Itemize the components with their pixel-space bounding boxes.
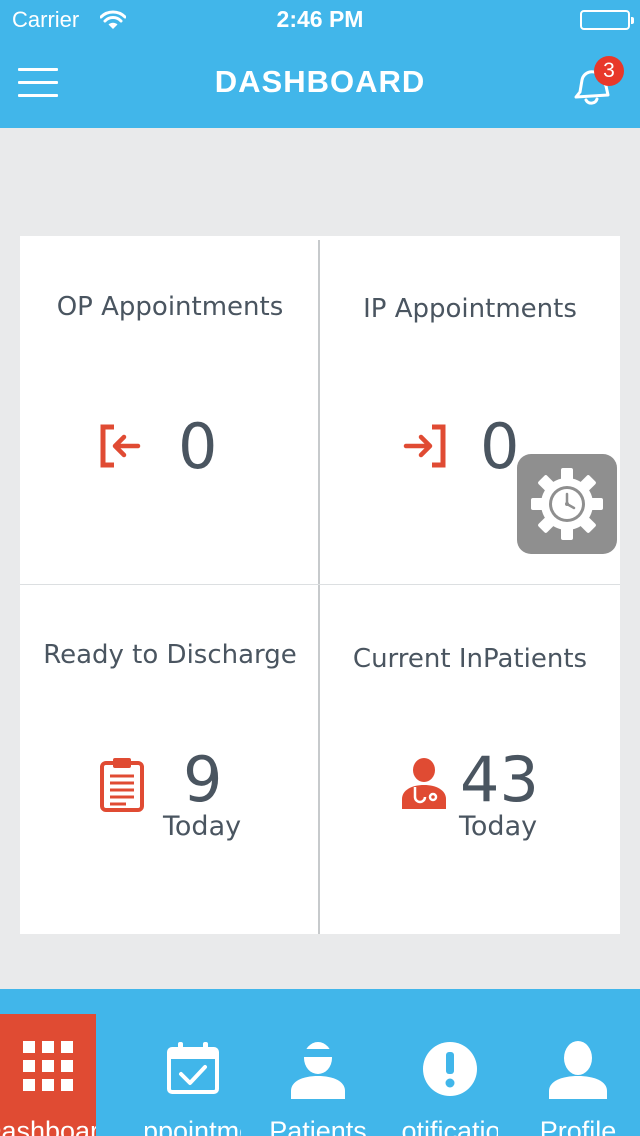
tab-label: Profile [539, 1116, 617, 1136]
tab-patients[interactable]: Patients [270, 1014, 366, 1136]
patient-icon [291, 1042, 345, 1099]
dashboard-grid: OP Appointments 0 IP Appointments 0 Read… [20, 236, 620, 934]
status-bar: Carrier 2:46 PM [0, 0, 640, 40]
tab-label: Notifications [402, 1116, 498, 1136]
discharge-period: Today [163, 811, 242, 842]
tab-label: Dashboard [0, 1116, 96, 1136]
tab-profile[interactable]: Profile [530, 1014, 626, 1136]
notifications-button[interactable]: 3 [568, 56, 624, 116]
card-title: Ready to Discharge [43, 640, 297, 670]
tab-label: Patients [270, 1116, 366, 1136]
enter-arrow-icon [402, 424, 446, 472]
card-title: IP Appointments [363, 294, 577, 324]
ready-to-discharge-card[interactable]: Ready to Discharge 9 Today [20, 585, 320, 933]
clipboard-icon [100, 756, 144, 816]
current-inpatients-card[interactable]: Current InPatients 43 Today [320, 585, 620, 933]
op-appointments-count: 0 [178, 410, 218, 483]
notification-badge: 3 [594, 56, 624, 86]
discharge-count: 9 [183, 743, 223, 816]
alert-icon [423, 1042, 477, 1096]
status-time: 2:46 PM [276, 6, 364, 32]
inpatients-period: Today [459, 811, 538, 842]
settings-floating-button[interactable] [517, 454, 617, 554]
card-title: OP Appointments [56, 292, 284, 322]
doctor-icon [400, 757, 448, 813]
tab-dashboard[interactable]: Dashboard [0, 1014, 96, 1136]
inpatients-count: 43 [460, 743, 539, 816]
tab-label: Appointments [145, 1116, 241, 1136]
bottom-tab-bar: Dashboard Appointments Patients Notifica… [0, 989, 640, 1136]
calendar-check-icon [167, 1042, 219, 1094]
exit-arrow-icon [100, 424, 144, 472]
gear-clock-icon [531, 468, 603, 540]
tab-appointments[interactable]: Appointments [145, 1014, 241, 1136]
ip-appointments-count: 0 [480, 410, 520, 483]
page-title: DASHBOARD [214, 64, 426, 99]
op-appointments-card[interactable]: OP Appointments 0 [20, 236, 320, 584]
nav-bar: DASHBOARD 3 [0, 40, 640, 128]
card-title: Current InPatients [352, 644, 588, 674]
grid-icon [23, 1041, 73, 1091]
battery-icon [580, 10, 634, 30]
tab-notifications[interactable]: Notifications [402, 1014, 498, 1136]
user-icon [549, 1041, 607, 1099]
